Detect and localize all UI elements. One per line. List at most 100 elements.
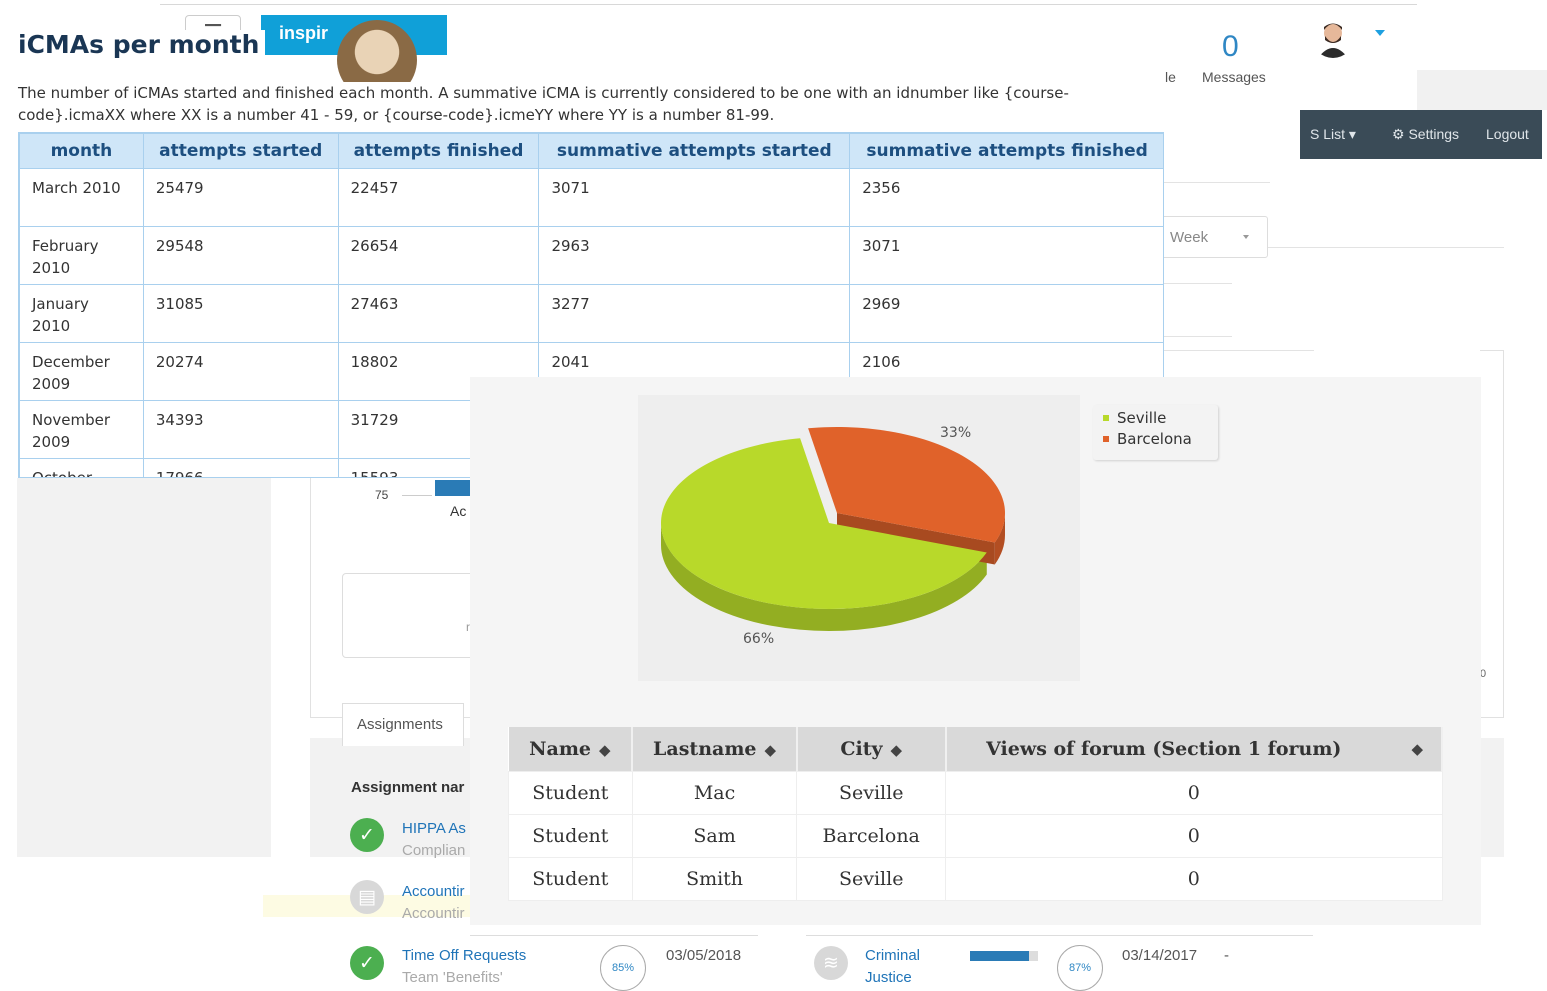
progress-bar [970, 951, 1038, 961]
assignment-status: ▤ [350, 880, 384, 914]
assignment-name-header: Assignment nar [351, 779, 465, 796]
column-header: attempts started [142, 133, 339, 169]
table-cell: 3277 [538, 284, 851, 343]
progress-fill [970, 951, 1030, 961]
table-cell: 31085 [142, 284, 339, 343]
column-label: Name [529, 737, 592, 760]
table-cell: January 2010 [19, 284, 144, 343]
course-date: 03/14/2017 [1122, 947, 1198, 964]
chart-legend: Seville Barcelona [1093, 405, 1218, 460]
table-cell: 25479 [142, 168, 339, 227]
table-cell: Seville [796, 770, 947, 815]
legend-item-seville[interactable]: Seville [1103, 409, 1218, 430]
sort-icon[interactable]: ◆ [765, 741, 777, 759]
column-label: Views of forum (Section 1 forum) [986, 737, 1342, 760]
table-cell: 26654 [337, 226, 540, 285]
column-header: summative attempts started [538, 133, 851, 169]
assignment-link[interactable]: Accountir [402, 883, 465, 900]
layers-icon: ≋ [823, 952, 839, 974]
table-row: Student Sam Barcelona 0 [508, 813, 1443, 858]
assignment-link[interactable]: Time Off Requests [402, 947, 526, 964]
page-title: iCMAs per month [18, 30, 266, 59]
sort-icon[interactable]: ◆ [891, 741, 903, 759]
sortable-column-header[interactable]: Lastname ◆ [632, 727, 798, 771]
assignment-subtitle: Accountir [402, 905, 465, 922]
assignment-subtitle: Complian [402, 842, 466, 859]
tab-assignments[interactable]: Assignments [342, 703, 464, 746]
nav-logout[interactable]: Logout [1486, 126, 1529, 142]
column-label: Lastname [653, 737, 757, 760]
course-extra: - [1224, 947, 1229, 964]
header-strip [1417, 70, 1547, 110]
course-link-line2[interactable]: Justice [865, 969, 912, 986]
table-cell: 34393 [142, 400, 339, 459]
score-circle: 87% [1057, 945, 1103, 991]
chart-bar [435, 480, 473, 496]
sortable-column-header[interactable]: City ◆ [796, 727, 947, 771]
messages-label[interactable]: Messages [1202, 69, 1266, 85]
table-cell: Student [508, 813, 633, 858]
table-cell: Barcelona [796, 813, 947, 858]
sort-icon[interactable]: ◆ [1411, 740, 1423, 758]
divider [1164, 350, 1314, 351]
messages-count[interactable]: 0 [1222, 30, 1239, 64]
chevron-down-icon [1243, 235, 1249, 239]
table-cell: 22457 [337, 168, 540, 227]
assignment-date: 03/05/2018 [666, 947, 742, 964]
assignment-link[interactable]: HIPPA As [402, 820, 466, 837]
row-divider [806, 935, 1313, 936]
user-menu-caret-icon[interactable] [1375, 30, 1385, 36]
course-link[interactable]: Criminal [865, 947, 920, 964]
table-cell: Smith [631, 856, 798, 901]
chart-panel-edge [1480, 350, 1504, 718]
user-avatar[interactable] [1312, 16, 1354, 58]
table-row: Student Smith Seville 0 [508, 856, 1443, 901]
top-divider [160, 4, 1417, 5]
table-cell: Mac [631, 770, 798, 815]
divider [1268, 247, 1504, 248]
table-cell: March 2010 [19, 168, 144, 227]
sortable-column-header[interactable]: Name ◆ [508, 727, 634, 771]
table-cell: November 2009 [19, 400, 144, 459]
table-cell: 29548 [142, 226, 339, 285]
table-cell: 3071 [849, 226, 1163, 285]
period-select[interactable]: Week [1160, 216, 1268, 258]
table-cell: 0 [945, 856, 1443, 901]
table-cell: Student [508, 856, 633, 901]
assignment-status: ✓ [350, 818, 384, 852]
row-divider [470, 935, 758, 936]
nav-settings[interactable]: ⚙ Settings [1392, 126, 1459, 143]
table-cell: December 2009 [19, 342, 144, 401]
user-avatar-icon [1318, 23, 1348, 58]
forum-report-panel: 33% 66% Seville Barcelona Name ◆ Lastname ◆ C… [470, 377, 1481, 925]
legend-item-barcelona[interactable]: Barcelona [1103, 430, 1218, 451]
table-cell: February 2010 [19, 226, 144, 285]
table-cell: Sam [631, 813, 798, 858]
legend-swatch [1103, 436, 1109, 442]
divider [1160, 336, 1232, 337]
pie-chart: 33% 66% [661, 425, 1005, 647]
gear-icon: ⚙ [1392, 126, 1405, 142]
divider [1160, 182, 1270, 183]
sort-icon[interactable]: ◆ [599, 741, 611, 759]
forum-views-table: Name ◆ Lastname ◆ City ◆ Views of forum (Secti… [508, 727, 1444, 901]
nav-item-partial[interactable]: le [1165, 69, 1176, 85]
pie-chart-area: 33% 66% [638, 395, 1080, 681]
legend-swatch [1103, 415, 1109, 421]
score-circle: 85% [600, 945, 646, 991]
nav-list-menu[interactable]: S List ▾ [1310, 126, 1356, 143]
sortable-column-header[interactable]: Views of forum (Section 1 forum) ◆ [945, 727, 1444, 771]
table-cell: October [19, 458, 144, 477]
assignment-status: ✓ [350, 946, 384, 980]
table-row: January 2010 31085 27463 3277 2969 [19, 284, 1163, 343]
page-description: The number of iCMAs started and finished… [18, 82, 1153, 126]
axis-tick-line [402, 495, 432, 496]
pie-label-seville: 66% [743, 631, 774, 647]
column-header: summative attempts finished [849, 133, 1163, 169]
table-cell: Seville [796, 856, 947, 901]
table-row: Student Mac Seville 0 [508, 770, 1443, 815]
check-icon: ✓ [359, 952, 375, 974]
axis-tick: 75 [375, 488, 389, 502]
column-header: month [19, 133, 144, 169]
divider [1160, 283, 1232, 284]
